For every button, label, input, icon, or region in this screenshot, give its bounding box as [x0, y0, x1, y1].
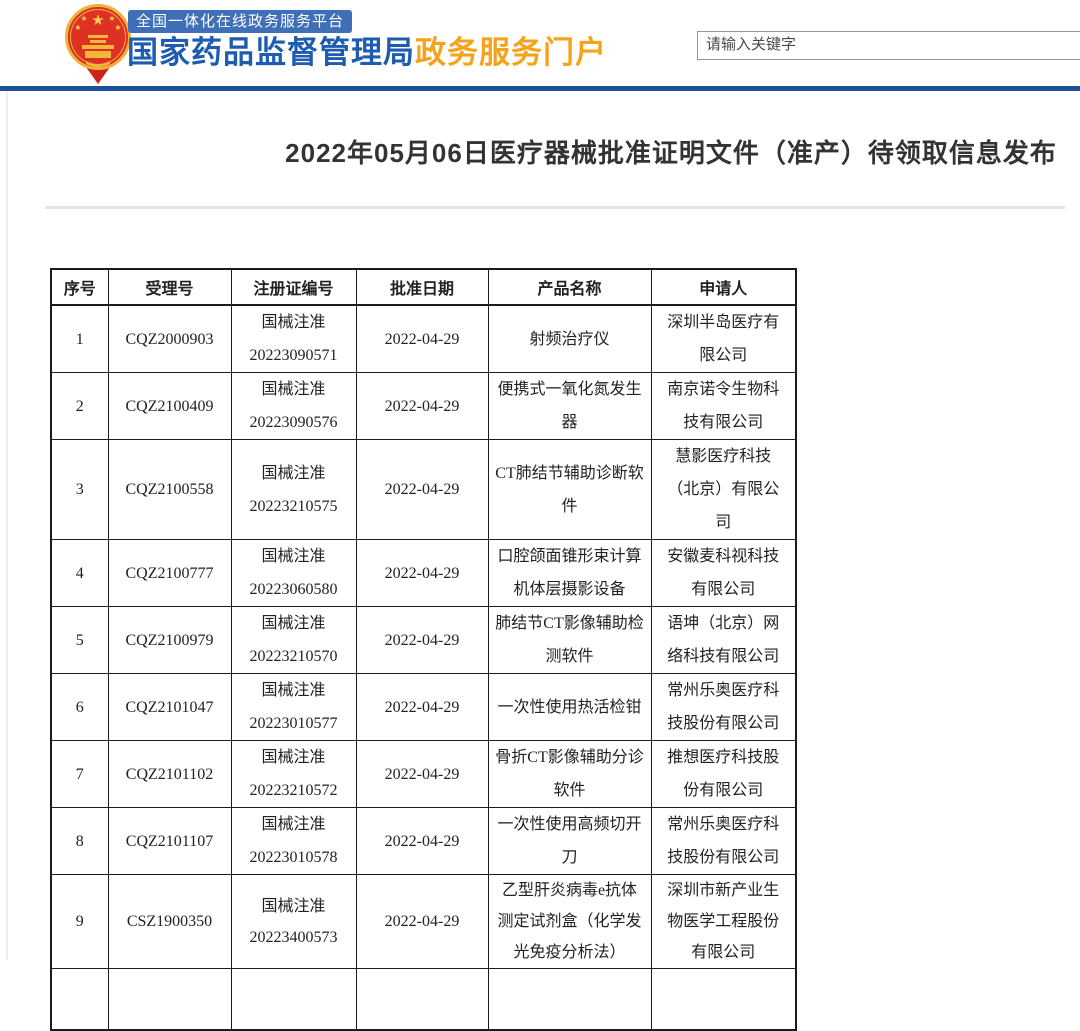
table-row: 7CQZ2101102国械注准202232105722022-04-29骨折CT…	[51, 741, 796, 808]
cell-cert-no: 国械注准20223090576	[231, 373, 356, 440]
title-divider	[45, 206, 1065, 209]
col-header-approval-date: 批准日期	[356, 269, 488, 305]
col-header-product-name: 产品名称	[488, 269, 651, 305]
table-row: 6CQZ2101047国械注准202230105772022-04-29一次性使…	[51, 674, 796, 741]
cell-empty	[51, 969, 108, 1031]
table-header-row: 序号 受理号 注册证编号 批准日期 产品名称 申请人	[51, 269, 796, 305]
site-header: ★ ★ ★ ★ ★ 全国一体化在线政务服务平台 国家药品监督管理局政务服务门户	[0, 0, 1080, 86]
cell-acceptance-no: CQZ2101107	[108, 808, 231, 875]
cell-applicant: 深圳市新产业生物医学工程股份有限公司	[651, 875, 796, 969]
cell-cert-no: 国械注准20223400573	[231, 875, 356, 969]
cell-product: 射频治疗仪	[488, 305, 651, 373]
svg-text:★: ★	[91, 12, 104, 29]
table-row: 8CQZ2101107国械注准202230105782022-04-29一次性使…	[51, 808, 796, 875]
cell-acceptance-no: CQZ2101102	[108, 741, 231, 808]
cell-product: 肺结节CT影像辅助检测软件	[488, 607, 651, 674]
cell-seq: 9	[51, 875, 108, 969]
cell-empty	[108, 969, 231, 1031]
cell-applicant: 深圳半岛医疗有限公司	[651, 305, 796, 373]
cell-approval-date: 2022-04-29	[356, 741, 488, 808]
cell-acceptance-no: CQZ2100558	[108, 440, 231, 540]
cell-empty	[356, 969, 488, 1031]
cell-acceptance-no: CQZ2100777	[108, 540, 231, 607]
cell-cert-no: 国械注准20223210575	[231, 440, 356, 540]
cell-approval-date: 2022-04-29	[356, 674, 488, 741]
cell-acceptance-no: CSZ1900350	[108, 875, 231, 969]
cell-applicant: 常州乐奥医疗科技股份有限公司	[651, 808, 796, 875]
cell-empty	[231, 969, 356, 1031]
site-title[interactable]: 国家药品监督管理局政务服务门户	[127, 27, 607, 72]
page-title: 2022年05月06日医疗器械批准证明文件（准产）待领取信息发布	[0, 91, 1080, 170]
cell-seq: 3	[51, 440, 108, 540]
approval-table: 序号 受理号 注册证编号 批准日期 产品名称 申请人 1CQZ2000903国械…	[50, 268, 797, 1031]
table-row-partial	[51, 969, 796, 1031]
cell-approval-date: 2022-04-29	[356, 373, 488, 440]
main-content: 2022年05月06日医疗器械批准证明文件（准产）待领取信息发布 序号 受理号 …	[0, 91, 1080, 1031]
cell-approval-date: 2022-04-29	[356, 808, 488, 875]
cell-applicant: 慧影医疗科技（北京）有限公司	[651, 440, 796, 540]
cell-seq: 1	[51, 305, 108, 373]
cell-acceptance-no: CQZ2100979	[108, 607, 231, 674]
table-body: 1CQZ2000903国械注准202230905712022-04-29射频治疗…	[51, 305, 796, 1030]
cell-approval-date: 2022-04-29	[356, 305, 488, 373]
cell-approval-date: 2022-04-29	[356, 540, 488, 607]
table-row: 9CSZ1900350国械注准202234005732022-04-29乙型肝炎…	[51, 875, 796, 969]
national-emblem-icon: ★ ★ ★ ★ ★	[64, 2, 132, 84]
cell-cert-no: 国械注准20223060580	[231, 540, 356, 607]
table-row: 3CQZ2100558国械注准202232105752022-04-29CT肺结…	[51, 440, 796, 540]
cell-acceptance-no: CQZ2101047	[108, 674, 231, 741]
cell-seq: 7	[51, 741, 108, 808]
cell-product: 一次性使用热活检钳	[488, 674, 651, 741]
table-row: 5CQZ2100979国械注准202232105702022-04-29肺结节C…	[51, 607, 796, 674]
table-row: 2CQZ2100409国械注准202230905762022-04-29便携式一…	[51, 373, 796, 440]
cell-approval-date: 2022-04-29	[356, 875, 488, 969]
search-input[interactable]	[697, 31, 1080, 60]
cell-applicant: 常州乐奥医疗科技股份有限公司	[651, 674, 796, 741]
table-row: 4CQZ2100777国械注准202230605802022-04-29口腔颌面…	[51, 540, 796, 607]
table-header: 序号 受理号 注册证编号 批准日期 产品名称 申请人	[51, 269, 796, 305]
cell-product: 一次性使用高频切开刀	[488, 808, 651, 875]
cell-product: 口腔颌面锥形束计算机体层摄影设备	[488, 540, 651, 607]
cell-empty	[488, 969, 651, 1031]
svg-text:★: ★	[114, 23, 121, 32]
col-header-seq: 序号	[51, 269, 108, 305]
cell-seq: 2	[51, 373, 108, 440]
cell-applicant: 南京诺令生物科技有限公司	[651, 373, 796, 440]
cell-product: 乙型肝炎病毒e抗体测定试剂盒（化学发光免疫分析法）	[488, 875, 651, 969]
table-row: 1CQZ2000903国械注准202230905712022-04-29射频治疗…	[51, 305, 796, 373]
svg-text:★: ★	[74, 23, 81, 32]
col-header-acceptance-no: 受理号	[108, 269, 231, 305]
cell-approval-date: 2022-04-29	[356, 607, 488, 674]
site-suffix: 政务服务门户	[415, 35, 607, 70]
cell-product: CT肺结节辅助诊断软件	[488, 440, 651, 540]
cell-seq: 6	[51, 674, 108, 741]
cell-cert-no: 国械注准20223210570	[231, 607, 356, 674]
cell-seq: 5	[51, 607, 108, 674]
site-name: 国家药品监督管理局	[127, 35, 415, 70]
cell-applicant: 安徽麦科视科技有限公司	[651, 540, 796, 607]
cell-cert-no: 国械注准20223210572	[231, 741, 356, 808]
cell-cert-no: 国械注准20223010578	[231, 808, 356, 875]
cell-applicant: 推想医疗科技股份有限公司	[651, 741, 796, 808]
col-header-cert-no: 注册证编号	[231, 269, 356, 305]
cell-cert-no: 国械注准20223010577	[231, 674, 356, 741]
svg-text:★: ★	[108, 14, 115, 23]
cell-product: 骨折CT影像辅助分诊软件	[488, 741, 651, 808]
svg-text:★: ★	[80, 14, 87, 23]
cell-approval-date: 2022-04-29	[356, 440, 488, 540]
cell-acceptance-no: CQZ2100409	[108, 373, 231, 440]
cell-applicant: 语坤（北京）网络科技有限公司	[651, 607, 796, 674]
col-header-applicant: 申请人	[651, 269, 796, 305]
cell-acceptance-no: CQZ2000903	[108, 305, 231, 373]
cell-empty	[651, 969, 796, 1031]
cell-seq: 8	[51, 808, 108, 875]
cell-cert-no: 国械注准20223090571	[231, 305, 356, 373]
cell-product: 便携式一氧化氮发生器	[488, 373, 651, 440]
cell-seq: 4	[51, 540, 108, 607]
